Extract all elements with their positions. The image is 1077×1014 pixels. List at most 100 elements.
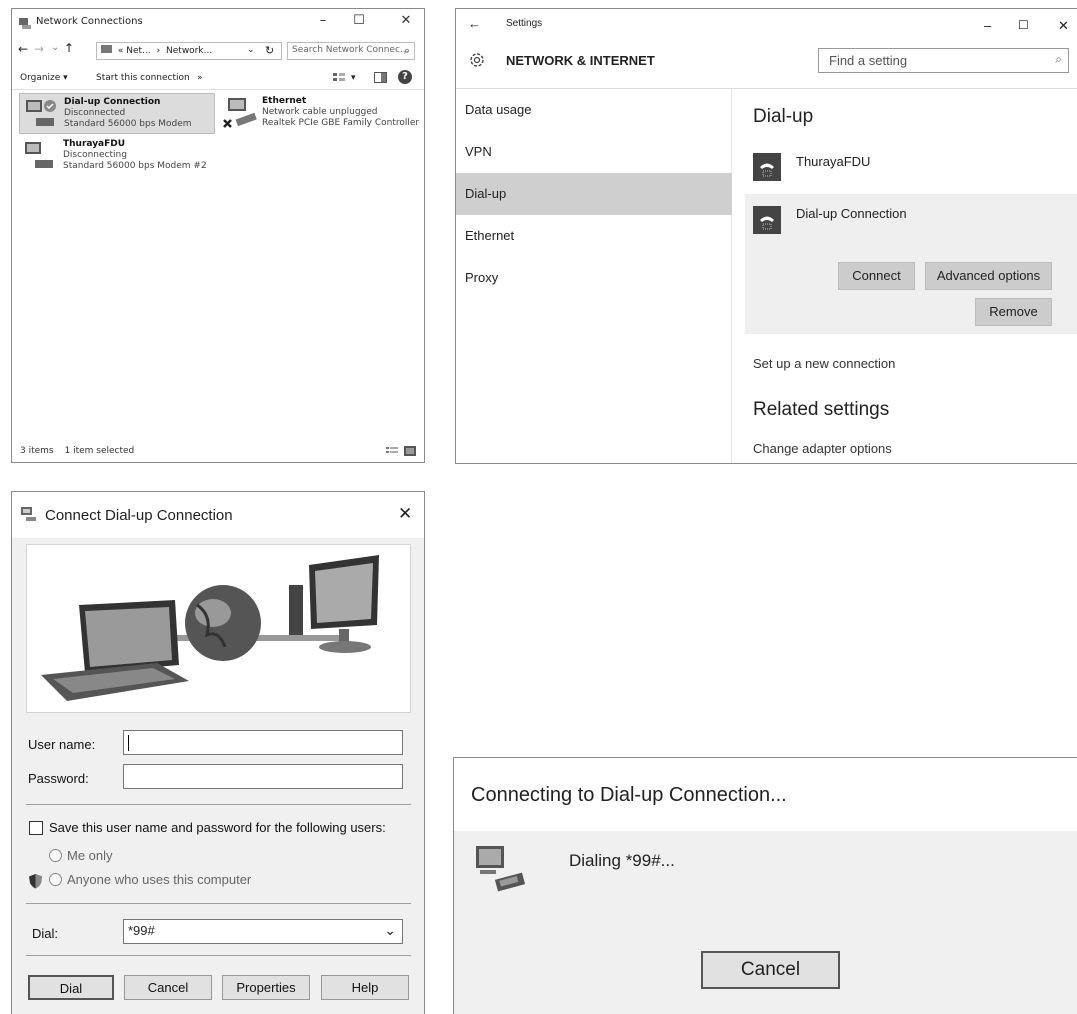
nav-item-proxy[interactable]: Proxy bbox=[456, 257, 732, 299]
breadcrumb-network[interactable]: Network... bbox=[166, 46, 212, 56]
refresh-icon[interactable]: ↻ bbox=[265, 44, 274, 57]
username-input[interactable] bbox=[123, 730, 403, 755]
maximize-button[interactable]: ☐ bbox=[349, 13, 369, 28]
help-icon[interactable]: ? bbox=[398, 70, 412, 84]
save-credentials-label: Save this user name and password for the… bbox=[49, 820, 386, 835]
search-placeholder: Search Network Connec... bbox=[292, 45, 409, 55]
connect-button[interactable]: Connect bbox=[838, 262, 915, 290]
details-view-icon[interactable] bbox=[386, 446, 398, 459]
dial-button[interactable]: Dial bbox=[28, 975, 114, 1000]
connection-status: Network cable unplugged bbox=[262, 107, 378, 117]
maximize-button[interactable]: ☐ bbox=[1018, 18, 1029, 32]
cancel-button[interactable]: Cancel bbox=[124, 975, 212, 1000]
folder-icon bbox=[101, 45, 112, 53]
chevron-down-icon[interactable]: ⌄ bbox=[384, 922, 396, 939]
connection-name: ThurayaFDU bbox=[63, 139, 126, 149]
help-button[interactable]: Help bbox=[321, 975, 409, 1000]
status-message: Dialing *99#... bbox=[569, 851, 675, 870]
ethernet-unplugged-icon bbox=[222, 96, 260, 134]
window-title: Network Connections bbox=[36, 16, 143, 27]
status-bar: 3 items 1 item selected bbox=[12, 440, 424, 462]
more-commands-button[interactable]: » bbox=[197, 73, 203, 83]
back-arrow-icon[interactable]: ← bbox=[468, 16, 481, 31]
dial-number-combobox[interactable]: *99# ⌄ bbox=[123, 919, 403, 944]
phone-icon bbox=[753, 206, 781, 234]
close-button[interactable]: ✕ bbox=[396, 13, 416, 28]
connection-item-ethernet[interactable]: Ethernet Network cable unplugged Realtek… bbox=[220, 93, 420, 134]
connection-device: Standard 56000 bps Modem bbox=[64, 119, 192, 129]
save-credentials-checkbox[interactable] bbox=[29, 821, 43, 835]
advanced-options-button[interactable]: Advanced options bbox=[925, 262, 1052, 290]
connection-entry-thurayafdu[interactable]: ThurayaFDU bbox=[747, 149, 1057, 193]
nav-item-dial-up[interactable]: Dial-up bbox=[456, 173, 732, 215]
preview-pane-icon[interactable] bbox=[374, 72, 387, 86]
remove-button[interactable]: Remove bbox=[975, 298, 1052, 326]
me-only-radio[interactable] bbox=[49, 849, 62, 862]
view-options-icon[interactable] bbox=[333, 72, 345, 86]
connecting-dialog: Connecting to Dial-up Connection... Dial… bbox=[453, 757, 1077, 1014]
connection-status: Disconnected bbox=[64, 108, 126, 118]
address-bar[interactable]: « Net... › Network... ⌄ ↻ bbox=[96, 42, 282, 60]
organize-menu[interactable]: Organize ▾ bbox=[20, 73, 68, 83]
connection-item-thurayafdu[interactable]: ThurayaFDU Disconnecting Standard 56000 … bbox=[19, 137, 215, 178]
settings-window: ← Settings – ☐ ✕ NETWORK & INTERNET Find… bbox=[455, 8, 1077, 464]
nav-item-vpn[interactable]: VPN bbox=[456, 131, 732, 173]
network-illustration bbox=[26, 544, 411, 713]
modem-connection-icon bbox=[23, 140, 59, 176]
modem-connection-icon bbox=[24, 98, 60, 134]
divider bbox=[26, 903, 411, 904]
address-dropdown-icon[interactable]: ⌄ bbox=[247, 45, 255, 55]
connection-item-dialup[interactable]: Dial-up Connection Disconnected Standard… bbox=[19, 93, 215, 134]
related-settings-heading: Related settings bbox=[753, 399, 890, 420]
divider bbox=[26, 804, 411, 805]
up-arrow-icon[interactable]: ↑ bbox=[64, 41, 74, 55]
password-label: Password: bbox=[28, 771, 89, 786]
large-icons-view-icon[interactable] bbox=[404, 446, 416, 459]
shield-icon bbox=[28, 873, 43, 894]
connection-device: Standard 56000 bps Modem #2 bbox=[63, 161, 207, 171]
forward-arrow-icon[interactable]: → bbox=[34, 42, 44, 56]
close-button[interactable]: ✕ bbox=[1058, 18, 1069, 34]
window-title: Settings bbox=[506, 18, 543, 29]
phone-icon bbox=[753, 153, 781, 181]
command-bar: Organize ▾ Start this connection » ▾ ? bbox=[12, 66, 424, 90]
text-caret bbox=[128, 735, 129, 751]
nav-item-data-usage[interactable]: Data usage bbox=[456, 89, 732, 131]
username-label: User name: bbox=[28, 737, 96, 752]
back-arrow-icon[interactable]: ← bbox=[18, 42, 28, 56]
start-connection-button[interactable]: Start this connection bbox=[96, 73, 190, 83]
network-connections-window: Network Connections – ☐ ✕ ← → ⌄ ↑ « Net.… bbox=[11, 8, 425, 463]
minimize-button[interactable]: – bbox=[313, 13, 333, 28]
connection-name: ThurayaFDU bbox=[796, 154, 871, 169]
minimize-button[interactable]: – bbox=[984, 18, 991, 33]
recent-dropdown-icon[interactable]: ⌄ bbox=[51, 42, 59, 53]
dialog-title-bar: Connect Dial-up Connection ✕ bbox=[12, 492, 424, 538]
connection-name: Dial-up Connection bbox=[796, 206, 907, 221]
address-overflow[interactable]: « bbox=[118, 46, 124, 56]
view-dropdown-icon[interactable]: ▾ bbox=[351, 73, 356, 83]
find-setting-input[interactable]: Find a setting ⌕ bbox=[818, 48, 1069, 73]
breadcrumb-net[interactable]: Net... bbox=[126, 46, 150, 56]
settings-header: ← Settings – ☐ ✕ NETWORK & INTERNET Find… bbox=[456, 9, 1077, 89]
network-folder-icon bbox=[18, 15, 32, 34]
anyone-radio[interactable] bbox=[49, 873, 62, 886]
properties-button[interactable]: Properties bbox=[222, 975, 310, 1000]
cancel-button[interactable]: Cancel bbox=[701, 951, 840, 989]
breadcrumb-separator: › bbox=[156, 46, 161, 56]
connection-name: Dial-up Connection bbox=[64, 97, 161, 107]
section-title: NETWORK & INTERNET bbox=[506, 53, 655, 68]
search-icon: ⌕ bbox=[403, 44, 410, 57]
connection-entry-dialup-expanded[interactable]: Dial-up Connection Connect Advanced opti… bbox=[745, 194, 1077, 334]
setup-new-connection-link[interactable]: Set up a new connection bbox=[753, 356, 895, 371]
settings-sidebar: Data usage VPN Dial-up Ethernet Proxy bbox=[456, 89, 732, 463]
close-button[interactable]: ✕ bbox=[398, 504, 412, 524]
item-count: 3 items bbox=[20, 446, 54, 456]
password-input[interactable] bbox=[123, 764, 403, 789]
connection-device: Realtek PCIe GBE Family Controller bbox=[262, 118, 420, 128]
nav-item-ethernet[interactable]: Ethernet bbox=[456, 215, 732, 257]
address-row: ← → ⌄ ↑ « Net... › Network... ⌄ ↻ Search… bbox=[12, 39, 424, 61]
search-input[interactable]: Search Network Connec... ⌕ bbox=[287, 42, 415, 60]
find-setting-placeholder: Find a setting bbox=[829, 53, 908, 68]
me-only-label: Me only bbox=[67, 848, 113, 863]
change-adapter-options-link[interactable]: Change adapter options bbox=[753, 441, 892, 456]
